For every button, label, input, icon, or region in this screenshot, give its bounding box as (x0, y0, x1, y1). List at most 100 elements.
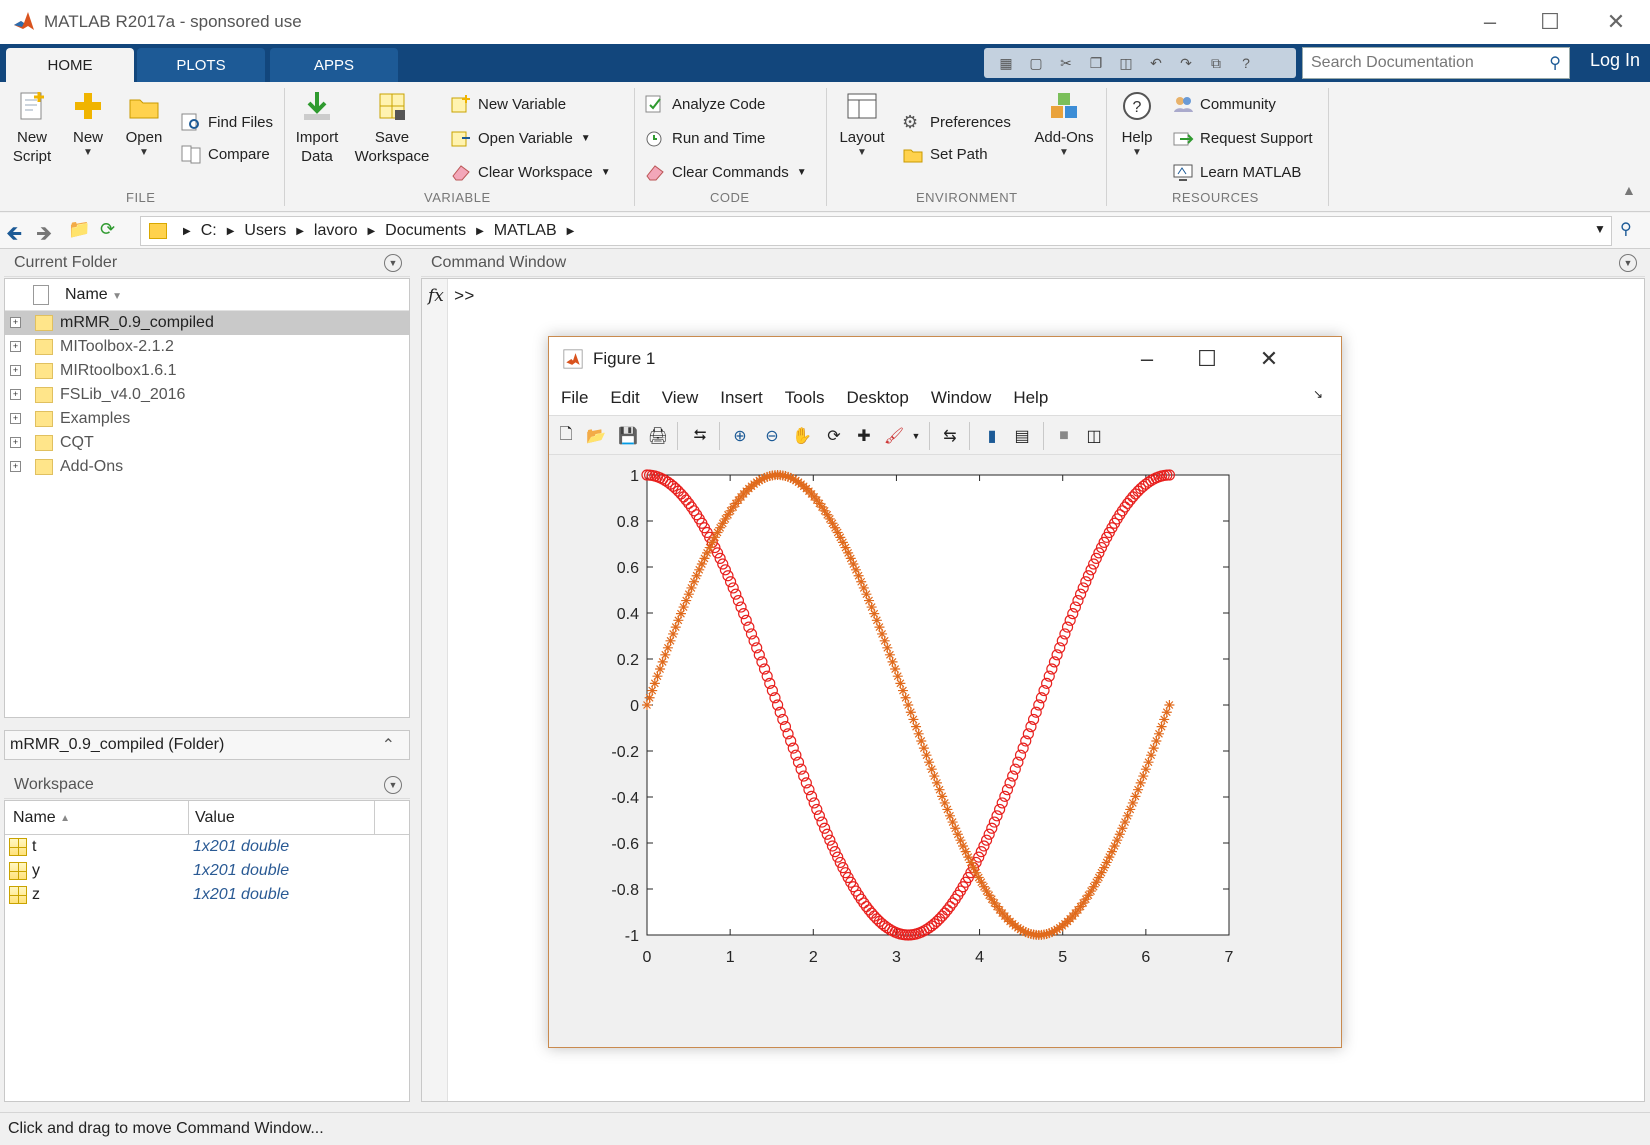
clear-commands-button[interactable]: Clear Commands ▼ (644, 160, 807, 184)
expand-plus-icon[interactable]: + (10, 341, 21, 352)
search-documentation-input[interactable]: Search Documentation ⚲ (1302, 47, 1570, 79)
panel-menu-icon[interactable]: ▼ (384, 776, 402, 794)
menu-file[interactable]: File (561, 388, 588, 408)
layout-button[interactable]: Layout ▼ (834, 90, 890, 159)
save-icon[interactable]: 💾 (617, 425, 639, 447)
clear-workspace-button[interactable]: Clear Workspace ▼ (450, 160, 611, 184)
add-ons-button[interactable]: Add-Ons ▼ (1028, 90, 1100, 159)
breadcrumb-item[interactable]: Users (244, 222, 286, 240)
help-icon[interactable]: ? (1234, 52, 1258, 74)
chevron-down-icon[interactable]: ▼ (1594, 222, 1606, 236)
log-in-link[interactable]: Log In (1590, 50, 1640, 71)
panel-menu-icon[interactable]: ▼ (384, 254, 402, 272)
breadcrumb[interactable]: ▶ C: ▶ Users ▶ lavoro ▶ Documents ▶ MATL… (140, 216, 1612, 246)
chart[interactable]: 0 1 2 3 4 5 6 7 -1 -0.8 -0.6 -0.4 -0.2 0 0.2 0.4 0.6 0.8 1 (549, 457, 1341, 1047)
tab-plots[interactable]: PLOTS (137, 48, 265, 82)
name-column-header[interactable]: Name ▼ (65, 286, 122, 304)
maximize-icon[interactable]: ☐ (1520, 0, 1580, 44)
new-figure-icon[interactable]: 🗋 (555, 425, 577, 447)
menu-window[interactable]: Window (931, 388, 991, 408)
compare-button[interactable]: Compare (180, 142, 270, 166)
save-icon[interactable]: ▢ (1024, 52, 1048, 74)
panel-menu-icon[interactable]: ▼ (1619, 254, 1637, 272)
breadcrumb-item[interactable]: C: (201, 222, 217, 240)
breadcrumb-item[interactable]: lavoro (314, 222, 358, 240)
brush-icon[interactable]: 🖌 (883, 425, 905, 447)
search-icon[interactable]: ⚲ (1549, 53, 1561, 73)
new-script-button[interactable]: New Script (6, 90, 58, 166)
data-cursor-icon[interactable]: ✚ (853, 425, 875, 447)
menu-tools[interactable]: Tools (785, 388, 825, 408)
insert-legend-icon[interactable]: ▤ (1011, 425, 1033, 447)
hide-plot-tools-icon[interactable]: ■ (1053, 425, 1075, 447)
menu-insert[interactable]: Insert (720, 388, 763, 408)
community-button[interactable]: Community (1172, 92, 1276, 116)
folder-row[interactable]: + MIToolbox-2.1.2 (5, 335, 409, 359)
find-files-button[interactable]: Find Files (180, 110, 273, 134)
show-plot-tools-icon[interactable]: ◫ (1083, 425, 1105, 447)
maximize-icon[interactable]: ☐ (1177, 337, 1237, 381)
open-variable-button[interactable]: Open Variable ▼ (450, 126, 591, 150)
expand-plus-icon[interactable]: + (10, 437, 21, 448)
help-button[interactable]: ? Help ▼ (1112, 90, 1162, 159)
browse-folder-icon[interactable]: ⟳ (100, 219, 115, 240)
chevron-up-icon[interactable]: ⌃ (382, 735, 395, 755)
import-data-button[interactable]: Import Data (290, 90, 344, 166)
dock-figure-icon[interactable]: ↘ (1313, 387, 1323, 401)
zoom-out-icon[interactable]: ⊖ (761, 425, 783, 447)
learn-matlab-button[interactable]: Learn MATLAB (1172, 160, 1301, 184)
menu-edit[interactable]: Edit (610, 388, 639, 408)
run-and-time-button[interactable]: Run and Time (644, 126, 765, 150)
analyze-code-button[interactable]: Analyze Code (644, 92, 765, 116)
breadcrumb-item[interactable]: Documents (385, 222, 466, 240)
folder-row[interactable]: + MIRtoolbox1.6.1 (5, 359, 409, 383)
set-path-button[interactable]: Set Path (902, 142, 988, 166)
folder-row[interactable]: + Add-Ons (5, 455, 409, 479)
rotate-3d-icon[interactable]: ⟳ (823, 425, 845, 447)
command-window-header[interactable]: Command Window ▼ (421, 249, 1645, 277)
edit-plot-cursor-icon[interactable]: ⮀ (689, 425, 711, 447)
menu-help[interactable]: Help (1013, 388, 1048, 408)
folder-row[interactable]: + mRMR_0.9_compiled (5, 311, 409, 335)
name-column-header[interactable]: Name ▲ (13, 801, 189, 835)
chevron-down-icon[interactable]: ▼ (601, 167, 611, 178)
minimize-icon[interactable]: – (1117, 337, 1177, 381)
folder-row[interactable]: + Examples (5, 407, 409, 431)
expand-plus-icon[interactable]: + (10, 461, 21, 472)
workspace-row[interactable]: y 1x201 double (5, 859, 409, 883)
menu-view[interactable]: View (662, 388, 699, 408)
chevron-down-icon[interactable]: ▼ (905, 425, 927, 447)
copy-icon[interactable]: ❐ (1084, 52, 1108, 74)
pan-hand-icon[interactable]: ✋ (791, 425, 813, 447)
menu-desktop[interactable]: Desktop (846, 388, 908, 408)
tab-home[interactable]: HOME (6, 48, 134, 82)
chevron-down-icon[interactable]: ▼ (797, 167, 807, 178)
figure-title-bar[interactable]: Figure 1 – ☐ ✕ (549, 337, 1341, 381)
close-icon[interactable]: ✕ (1586, 0, 1646, 44)
value-column-header[interactable]: Value (195, 801, 375, 835)
zoom-in-icon[interactable]: ⊕ (729, 425, 751, 447)
save-workspace-button[interactable]: Save Workspace (352, 90, 432, 166)
folder-row[interactable]: + CQT (5, 431, 409, 455)
insert-colorbar-icon[interactable]: ▮ (981, 425, 1003, 447)
redo-icon[interactable]: ↷ (1174, 52, 1198, 74)
new-button[interactable]: New ▼ (64, 90, 112, 159)
open-file-icon[interactable]: 📂 (585, 425, 607, 447)
workspace-row[interactable]: z 1x201 double (5, 883, 409, 907)
expand-plus-icon[interactable]: + (10, 389, 21, 400)
workspace-row[interactable]: t 1x201 double (5, 835, 409, 859)
request-support-button[interactable]: Request Support (1172, 126, 1313, 150)
close-icon[interactable]: ✕ (1239, 337, 1299, 381)
minimize-icon[interactable]: – (1460, 0, 1520, 44)
figure-window[interactable]: Figure 1 – ☐ ✕ File Edit View Insert Too… (548, 336, 1342, 1048)
paste-icon[interactable]: ◫ (1114, 52, 1138, 74)
up-folder-icon[interactable]: 📁 (68, 219, 90, 240)
current-folder-header[interactable]: Current Folder ▼ (4, 249, 410, 277)
switch-windows-icon[interactable]: ⧉ (1204, 52, 1228, 74)
expand-plus-icon[interactable]: + (10, 317, 21, 328)
expand-plus-icon[interactable]: + (10, 413, 21, 424)
details-bar[interactable]: mRMR_0.9_compiled (Folder) ⌃ (4, 730, 410, 760)
column-header[interactable]: Name ▼ (5, 279, 409, 311)
forward-arrow-icon[interactable]: 🡺 (36, 219, 52, 253)
preferences-button[interactable]: ⚙ Preferences (902, 110, 1011, 134)
